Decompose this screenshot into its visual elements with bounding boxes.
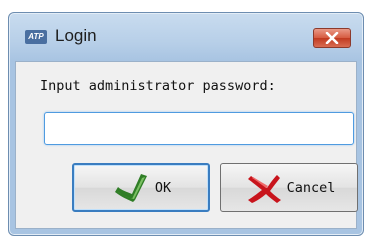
ok-button[interactable]: OK: [72, 163, 210, 212]
window-title: Login: [55, 26, 97, 45]
password-prompt-label: Input administrator password:: [40, 78, 276, 94]
cancel-button[interactable]: Cancel: [220, 163, 358, 212]
cancel-button-label: Cancel: [286, 179, 336, 196]
password-input[interactable]: [44, 112, 354, 145]
close-button[interactable]: [313, 28, 351, 48]
green-checkmark-icon: [114, 173, 147, 202]
close-icon: [325, 32, 339, 44]
dialog-body: Input administrator password: OK Cancel: [15, 61, 358, 229]
red-x-icon: [247, 174, 281, 203]
login-dialog-window: ATP Login Input administrator password: …: [8, 12, 364, 236]
ok-button-label: OK: [154, 179, 172, 196]
app-logo-icon: ATP: [25, 30, 47, 44]
title-bar[interactable]: ATP Login: [9, 13, 363, 61]
